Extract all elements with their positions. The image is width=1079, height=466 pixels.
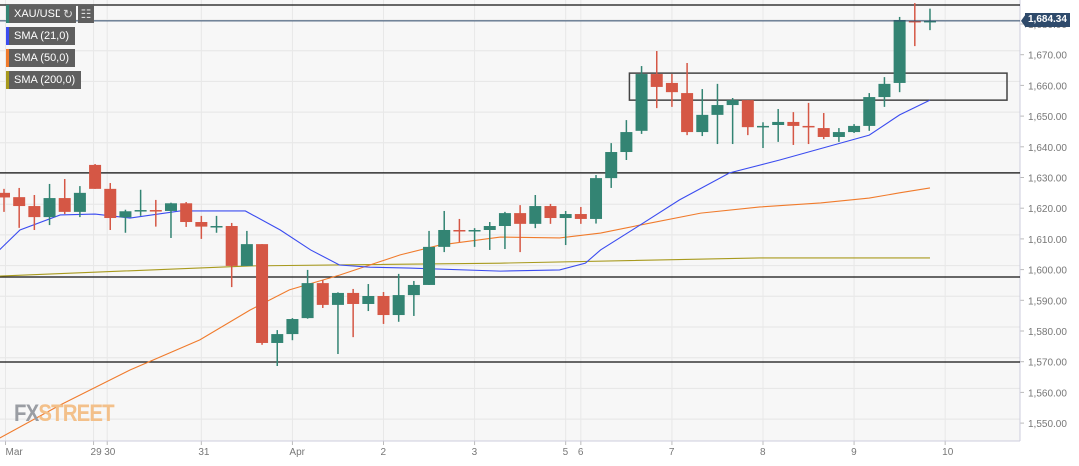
candle-up xyxy=(832,132,845,137)
candle-down xyxy=(665,82,678,93)
x-tick-label: 9 xyxy=(851,447,857,458)
x-tick-label: 10 xyxy=(942,447,954,458)
candle-down xyxy=(180,203,193,223)
fxstreet-logo: FXSTREET xyxy=(14,400,115,428)
candle-up xyxy=(210,226,223,228)
candle-up xyxy=(605,152,618,179)
x-tick-label: 3 xyxy=(472,447,478,458)
candle-up xyxy=(407,284,420,296)
logo-street: STREET xyxy=(38,400,114,427)
candle-up xyxy=(73,192,86,212)
y-tick-label: 1,570.00 xyxy=(1028,358,1067,369)
candle-down xyxy=(681,93,694,133)
candle-up xyxy=(119,211,132,218)
candle-up xyxy=(301,283,314,319)
candle-down xyxy=(817,128,830,137)
refresh-icon[interactable]: ↻ xyxy=(60,5,76,23)
candle-down xyxy=(377,296,390,316)
legend-sma50[interactable]: SMA (50,0) xyxy=(6,49,76,67)
candle-up xyxy=(43,198,56,218)
last-price-badge: 1,684.34 xyxy=(1025,13,1070,27)
candle-up xyxy=(529,206,542,224)
chart-container: 1,550.00 1,560.00 1,570.00 1,580.00 1,590.00… xyxy=(0,0,1079,466)
candle-up xyxy=(134,210,147,212)
candle-up xyxy=(468,229,481,232)
legend-sma21[interactable]: SMA (21,0) xyxy=(6,27,76,45)
candle-down xyxy=(13,197,26,207)
y-tick-label: 1,630.00 xyxy=(1028,174,1067,185)
candle-down xyxy=(316,283,329,305)
x-tick-label: 31 xyxy=(198,447,210,458)
candle-down xyxy=(650,74,663,87)
candle-up xyxy=(711,105,724,115)
candle-up xyxy=(696,114,709,133)
candle-down xyxy=(787,121,800,126)
x-tick-label: 5 xyxy=(563,447,569,458)
candle-down xyxy=(89,164,102,189)
x-tick-label: 2 xyxy=(381,447,387,458)
y-tick-label: 1,550.00 xyxy=(1028,419,1067,430)
y-tick-label: 1,590.00 xyxy=(1028,296,1067,307)
candle-up xyxy=(438,229,451,247)
candle-down xyxy=(453,229,466,232)
logo-fx: FX xyxy=(14,400,39,427)
candle-up xyxy=(848,125,861,133)
candle-down xyxy=(574,214,587,219)
candle-up xyxy=(878,83,891,98)
candle-down xyxy=(256,244,269,343)
legend-sma200[interactable]: SMA (200,0) xyxy=(6,71,82,89)
y-tick-label: 1,580.00 xyxy=(1028,327,1067,338)
y-tick-label: 1,650.00 xyxy=(1028,112,1067,123)
candle-up xyxy=(164,203,177,211)
candle-up xyxy=(271,334,284,343)
y-tick-label: 1,610.00 xyxy=(1028,235,1067,246)
candle-up xyxy=(757,125,769,128)
x-tick-label: 8 xyxy=(760,447,766,458)
candle-up xyxy=(590,178,603,219)
y-tick-label: 1,560.00 xyxy=(1028,388,1067,399)
candle-up xyxy=(726,100,739,106)
candle-up xyxy=(893,20,906,83)
candle-up xyxy=(772,121,785,126)
candle-down xyxy=(104,188,117,219)
y-tick-label: 1,640.00 xyxy=(1028,143,1067,154)
candle-up xyxy=(331,292,344,305)
candle-up xyxy=(286,319,299,335)
x-tick-label: 29 xyxy=(91,447,103,458)
chart-settings-icon[interactable]: ☷ xyxy=(78,5,94,23)
candle-down xyxy=(149,210,162,212)
x-tick-label: 30 xyxy=(104,447,116,458)
y-tick-label: 1,660.00 xyxy=(1028,81,1067,92)
candle-down xyxy=(195,222,208,227)
x-tick-label: Apr xyxy=(289,447,305,458)
candle-down xyxy=(347,292,360,304)
candle-up xyxy=(423,246,436,285)
candle-down xyxy=(514,213,527,224)
y-tick-label: 1,670.00 xyxy=(1028,51,1067,62)
candle-up xyxy=(863,97,876,126)
x-tick-label: 7 xyxy=(669,447,675,458)
candle-up xyxy=(635,74,648,131)
x-tick-label: 6 xyxy=(578,447,584,458)
candle-down xyxy=(0,192,10,198)
candle-up xyxy=(362,296,375,304)
price-chart[interactable]: 1,550.00 1,560.00 1,570.00 1,580.00 1,590.00… xyxy=(0,0,1079,466)
candle-down xyxy=(802,125,815,128)
candle-down xyxy=(225,226,238,266)
candle-up xyxy=(498,213,511,227)
candle-up xyxy=(240,244,253,266)
candle-up xyxy=(559,214,572,219)
candle-up xyxy=(483,226,496,230)
y-tick-label: 1,600.00 xyxy=(1028,266,1067,277)
x-tick-label: Mar xyxy=(6,447,24,458)
y-tick-label: 1,620.00 xyxy=(1028,204,1067,215)
candle-down xyxy=(58,198,71,212)
candle-down xyxy=(28,206,41,218)
candle-down xyxy=(544,206,557,219)
candle-down xyxy=(741,100,754,128)
candle-up xyxy=(392,295,405,316)
candle-up xyxy=(620,132,633,153)
